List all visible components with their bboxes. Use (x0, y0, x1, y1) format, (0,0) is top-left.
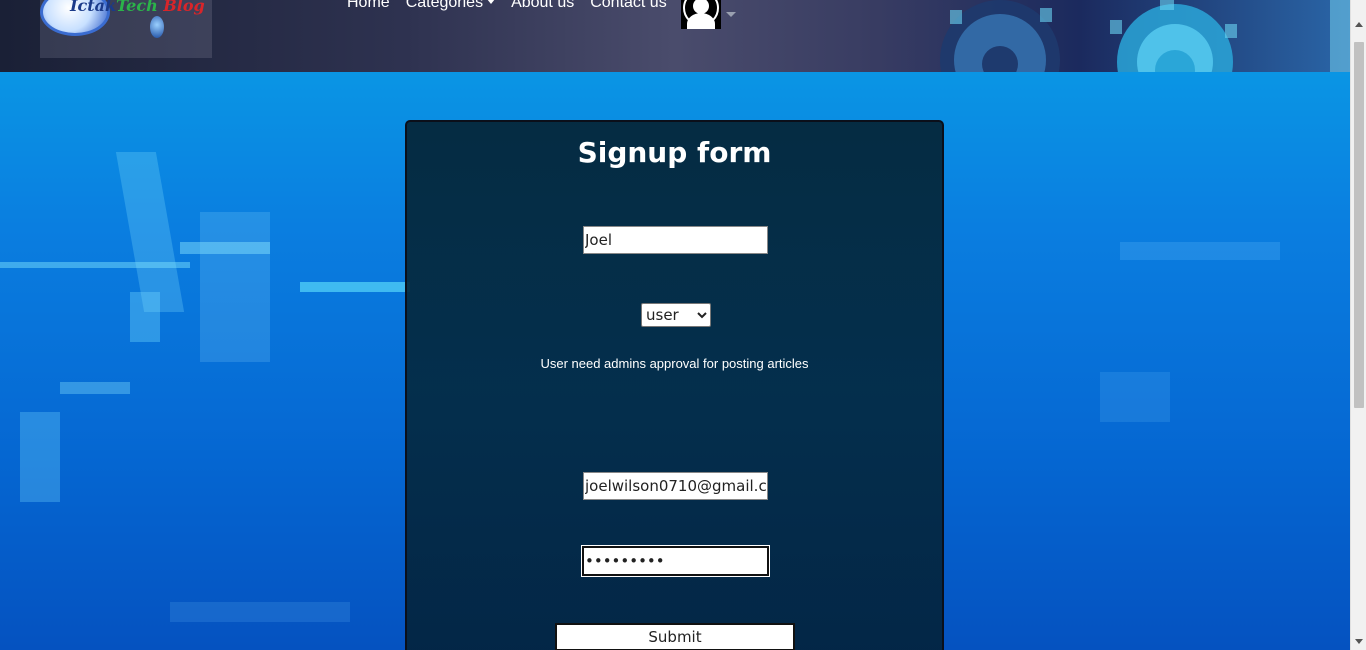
password-input[interactable] (582, 546, 769, 576)
caret-down-icon (726, 12, 736, 17)
profile-menu[interactable] (681, 0, 736, 29)
signup-form: Signup form user User need admins approv… (405, 120, 944, 650)
vertical-scrollbar[interactable] (1350, 0, 1366, 650)
email-input[interactable] (583, 472, 768, 500)
gears-decoration (940, 0, 1350, 72)
top-navbar: IctakTech Blog Home Categories About us … (0, 0, 1350, 72)
submit-button[interactable]: Submit (555, 623, 795, 650)
nav-contact[interactable]: Contact us (590, 0, 666, 12)
scroll-down-icon[interactable] (1355, 639, 1363, 644)
nav-about[interactable]: About us (511, 0, 574, 12)
nav-links: Home Categories About us Contact us (347, 0, 683, 12)
form-title: Signup form (577, 136, 772, 169)
nav-home[interactable]: Home (347, 0, 390, 12)
logo-badge-icon (150, 16, 164, 38)
site-logo[interactable]: IctakTech Blog (40, 0, 212, 58)
nav-categories-label: Categories (405, 0, 484, 11)
name-input[interactable] (583, 226, 768, 254)
scrollbar-thumb[interactable] (1354, 42, 1364, 408)
nav-categories[interactable]: Categories (405, 0, 496, 12)
logo-text: IctakTech Blog (70, 0, 205, 15)
approval-note: User need admins approval for posting ar… (540, 356, 809, 371)
role-select[interactable]: user (641, 303, 711, 327)
user-avatar-icon (681, 0, 721, 29)
chevron-down-icon (487, 0, 496, 4)
scroll-up-icon[interactable] (1355, 22, 1363, 27)
